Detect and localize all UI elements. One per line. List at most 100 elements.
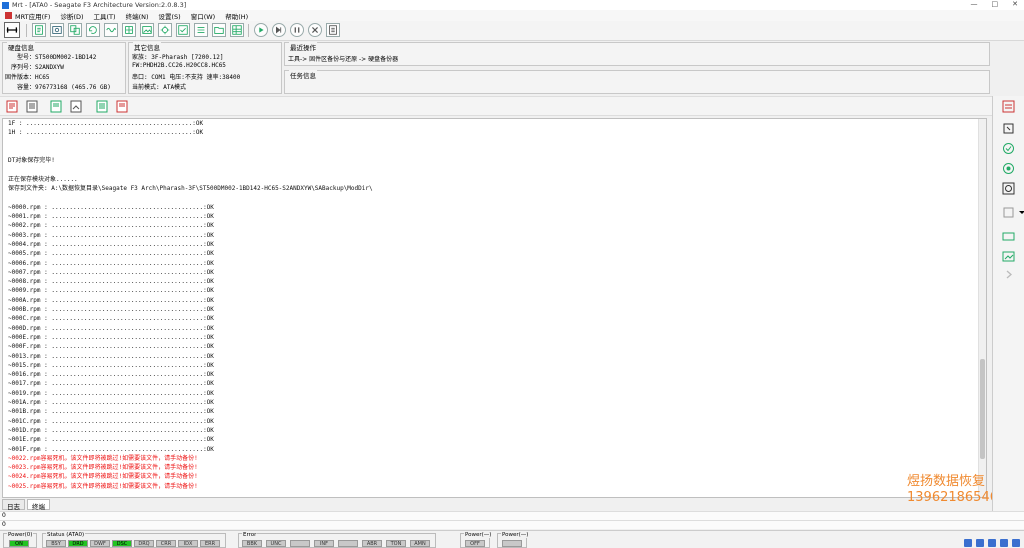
console-line: ~0019.rpm : ............................… xyxy=(8,389,214,397)
tray-icon-1[interactable] xyxy=(964,539,972,547)
menu-window[interactable]: 窗口(W) xyxy=(191,11,216,21)
console-error-line: ~0025.rpm容易死机，该文件即将被跳过!如需要该文件，请手动备份! xyxy=(8,482,198,490)
disk-firmware-value: HC65 xyxy=(35,74,50,81)
register-status-bar: Power(0) ON Status (ATA0) BSY DRD DWF DS… xyxy=(0,530,1024,548)
export-log-icon[interactable] xyxy=(70,100,82,113)
console-line: ~0016.rpm : ............................… xyxy=(8,371,214,379)
tray-icon-4[interactable] xyxy=(1000,539,1008,547)
menu-diagnose[interactable]: 诊断(D) xyxy=(60,11,83,21)
side-tool-3-icon[interactable] xyxy=(1002,142,1015,155)
tab-log[interactable]: 日志 xyxy=(2,499,25,511)
led-drq: DRQ xyxy=(134,540,154,547)
console-line: ~0007.rpm : ............................… xyxy=(8,268,214,276)
copy-icon[interactable] xyxy=(68,23,82,37)
save-log-icon[interactable] xyxy=(6,100,18,113)
folder-icon[interactable] xyxy=(212,23,226,37)
tray-icon-3[interactable] xyxy=(988,539,996,547)
side-tool-6-icon[interactable] xyxy=(1002,206,1015,219)
disk-serial-row: 序列号：S2ANDXYW xyxy=(10,64,64,71)
other-info-panel: 其它信息 家族: 3F-Pharash [7200.12] FW:PHDH2B.… xyxy=(128,42,282,94)
connect-icon[interactable] xyxy=(4,22,20,38)
maximize-button[interactable]: □ xyxy=(992,0,999,8)
module-icon[interactable] xyxy=(122,23,136,37)
app-icon xyxy=(2,1,9,9)
menu-tools[interactable]: 工具(T) xyxy=(94,11,116,21)
led-unc: UNC xyxy=(266,540,286,547)
list-icon[interactable] xyxy=(194,23,208,37)
tab-terminal[interactable]: 终端 xyxy=(27,499,50,511)
console-line: ~0002.rpm : ............................… xyxy=(8,222,214,230)
find-log-icon[interactable] xyxy=(116,100,128,113)
console-line: ~000B.rpm : ............................… xyxy=(8,306,214,313)
print-log-icon[interactable] xyxy=(96,100,108,113)
chevron-right-icon[interactable] xyxy=(1002,268,1015,281)
menu-terminal[interactable]: 终端(N) xyxy=(126,11,149,21)
disk-model-row: 型号：ST500DM002-1BD142 xyxy=(16,54,97,61)
power-blank-led xyxy=(502,540,522,547)
console-scrollbar[interactable] xyxy=(978,119,986,497)
console-line: 保存到文件夹: A:\数据恢复目录\Seagate F3 Arch\Pharas… xyxy=(8,185,373,193)
led-bsy: BSY xyxy=(46,540,66,547)
read-info-icon[interactable] xyxy=(32,23,46,37)
side-tool-4-icon[interactable] xyxy=(1002,162,1015,175)
watermark-phone: 13962186546 xyxy=(907,490,998,505)
window-controls: — □ ✕ xyxy=(971,0,1019,8)
recent-ops-title: 最近操作 xyxy=(289,42,317,52)
stop-icon[interactable] xyxy=(308,23,322,37)
side-tool-8-icon[interactable] xyxy=(1002,250,1015,263)
watermark: 煜扬数据恢复 13962186546 xyxy=(907,474,998,506)
console-line: ~0009.rpm : ............................… xyxy=(8,287,214,295)
power-minus-group-2: Power(—) xyxy=(497,532,530,548)
toolbar-separator xyxy=(26,24,27,37)
status-row-2: 0 xyxy=(0,520,1024,529)
console-line: 正在保存模块对象...... xyxy=(8,175,78,183)
console-line: ~0005.rpm : ............................… xyxy=(8,250,214,258)
play-icon[interactable] xyxy=(254,23,268,37)
grid-icon[interactable] xyxy=(230,23,244,37)
step-icon[interactable] xyxy=(272,23,286,37)
copy-log-icon[interactable] xyxy=(50,100,62,113)
console-line: ~000C.rpm : ............................… xyxy=(8,315,214,323)
refresh-icon[interactable] xyxy=(86,23,100,37)
settings-icon[interactable] xyxy=(158,23,172,37)
log-icon[interactable] xyxy=(326,23,340,37)
clear-log-icon[interactable] xyxy=(26,100,38,113)
close-button[interactable]: ✕ xyxy=(1012,0,1018,8)
console-output[interactable]: 1F : ...................................… xyxy=(2,118,987,498)
image-icon[interactable] xyxy=(140,23,154,37)
family-row: 家族: 3F-Pharash [7200.12] xyxy=(132,54,224,61)
tray-icon-5[interactable] xyxy=(1012,539,1020,547)
console-line: ~001D.rpm : ............................… xyxy=(8,426,214,434)
check-icon[interactable] xyxy=(176,23,190,37)
minimize-button[interactable]: — xyxy=(971,0,978,8)
console-line: ~0006.rpm : ............................… xyxy=(8,259,214,267)
menu-mrt-app[interactable]: MRT应用(F) xyxy=(15,11,50,21)
firmware-row: FW:PHDH2B.CC26.H20CC8.HC65 xyxy=(132,62,226,69)
side-tool-1-icon[interactable] xyxy=(1002,100,1015,113)
menu-help[interactable]: 帮助(H) xyxy=(225,11,248,21)
led-dsc: DSC xyxy=(112,540,132,547)
side-tool-7-icon[interactable] xyxy=(1002,230,1015,243)
menu-settings[interactable]: 设置(S) xyxy=(159,11,181,21)
scrollbar-thumb[interactable] xyxy=(980,359,985,459)
chevron-down-icon[interactable] xyxy=(1019,206,1024,219)
current-mode-row: 当前模式: ATA模式 xyxy=(132,84,187,91)
led-crr: CRR xyxy=(156,540,176,547)
disk-serial-value: S2ANDXYW xyxy=(35,64,64,71)
led-drd: DRD xyxy=(68,540,88,547)
led-idx: IDX xyxy=(178,540,198,547)
power-minus-group-1: Power(—) OFF xyxy=(460,532,493,548)
disk-icon[interactable] xyxy=(50,23,64,37)
pause-icon[interactable] xyxy=(290,23,304,37)
console-line: ~001F.rpm : ............................… xyxy=(8,445,214,453)
tray-icon-2[interactable] xyxy=(976,539,984,547)
window-title: Mrt - [ATA0 - Seagate F3 Architecture Ve… xyxy=(12,1,187,9)
side-tool-5-icon[interactable] xyxy=(1002,182,1015,195)
console-line: DT对象保存完毕! xyxy=(8,157,55,165)
console-line: 1F : ...................................… xyxy=(8,120,204,127)
status-group: Status (ATA0) BSY DRD DWF DSC DRQ CRR ID… xyxy=(42,532,226,548)
wave-icon[interactable] xyxy=(104,23,118,37)
console-line: 1H : ...................................… xyxy=(8,129,204,137)
side-tool-2-icon[interactable] xyxy=(1002,122,1015,135)
recent-ops-panel: 最近操作 工具-> 固件区备份与还原 -> 硬盘备份器 xyxy=(284,42,990,66)
